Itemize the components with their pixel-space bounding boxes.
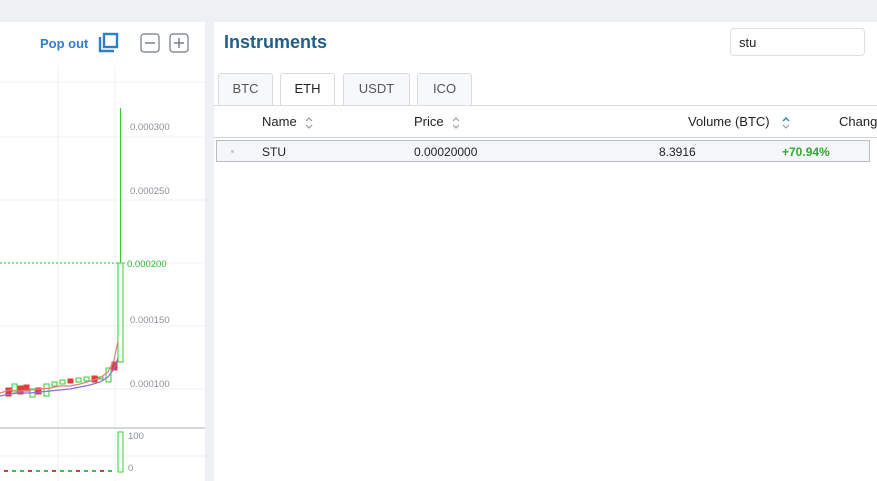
current-price-tick: 0.000200 [127, 259, 167, 270]
volume-bar [20, 470, 24, 472]
row-volume: 8.3916 [659, 145, 696, 159]
volume-bar [68, 470, 72, 472]
column-label: Name [262, 114, 297, 129]
volume-bar [4, 470, 8, 472]
candle [43, 383, 50, 397]
price-tick: 0.000250 [130, 186, 170, 197]
column-header-name[interactable]: Name [262, 114, 313, 130]
column-label: Volume (BTC) [688, 114, 770, 129]
volume-bar [84, 470, 88, 472]
price-tick: 0.000300 [130, 122, 170, 133]
row-name: STU [262, 145, 286, 159]
volume-bar [76, 470, 80, 472]
candle [51, 381, 58, 387]
volume-bar [108, 470, 112, 472]
volume-bar [44, 470, 48, 472]
candlesticks [5, 108, 124, 398]
price-tick: 0.000150 [130, 315, 170, 326]
zoom-out-icon[interactable] [140, 33, 160, 53]
row-dot-icon [231, 150, 234, 153]
tab-ico[interactable]: ICO [417, 73, 472, 105]
header-divider [214, 137, 877, 138]
pop-out-button[interactable]: Pop out [40, 36, 88, 51]
panel-title: Instruments [224, 32, 328, 52]
row-price: 0.00020000 [414, 145, 478, 159]
search-input[interactable] [730, 28, 865, 56]
instruments-panel: Instruments BTC ETH USDT ICO Name Price … [214, 22, 877, 481]
column-header-price[interactable]: Price [414, 114, 460, 130]
volume-tick: 0 [128, 463, 133, 474]
candle [83, 376, 90, 382]
volume-bar [36, 470, 40, 472]
tab-divider [214, 105, 877, 106]
tab-btc[interactable]: BTC [218, 73, 273, 105]
chart-grid [0, 66, 205, 481]
volume-bar [100, 470, 104, 472]
pop-out-icon[interactable] [97, 32, 119, 54]
candle [59, 379, 66, 385]
candle [75, 377, 82, 383]
moving-average-fast [0, 340, 119, 394]
chart-toolbar: Pop out [0, 22, 205, 66]
volume-tick: 100 [128, 431, 144, 442]
volume-bar [92, 470, 96, 472]
row-change: +70.94% [782, 145, 830, 159]
volume-bar [60, 470, 64, 472]
candle [117, 262, 124, 363]
column-header-volume[interactable]: Volume (BTC) [688, 114, 790, 130]
price-chart[interactable]: 0.000300 0.000250 0.000200 0.000150 0.00… [0, 66, 205, 481]
sort-active-icon [782, 116, 790, 129]
column-header-change[interactable]: Chang [839, 114, 877, 129]
zoom-in-icon[interactable] [169, 33, 189, 53]
chart-panel: Pop out 0.000300 0.000250 0.000200 0.000… [0, 22, 205, 481]
column-label: Price [414, 114, 444, 129]
volume-bars [4, 431, 124, 473]
volume-bar [12, 470, 16, 472]
table-row[interactable]: STU 0.00020000 8.3916 +70.94% [216, 140, 870, 162]
volume-bar [117, 431, 124, 473]
candle [67, 378, 74, 384]
sort-icon [305, 116, 313, 129]
volume-bar [28, 470, 32, 472]
tab-usdt[interactable]: USDT [343, 73, 410, 105]
price-tick: 0.000100 [130, 379, 170, 390]
tab-eth[interactable]: ETH [280, 73, 335, 106]
sort-icon [452, 116, 460, 129]
volume-bar [52, 470, 56, 472]
